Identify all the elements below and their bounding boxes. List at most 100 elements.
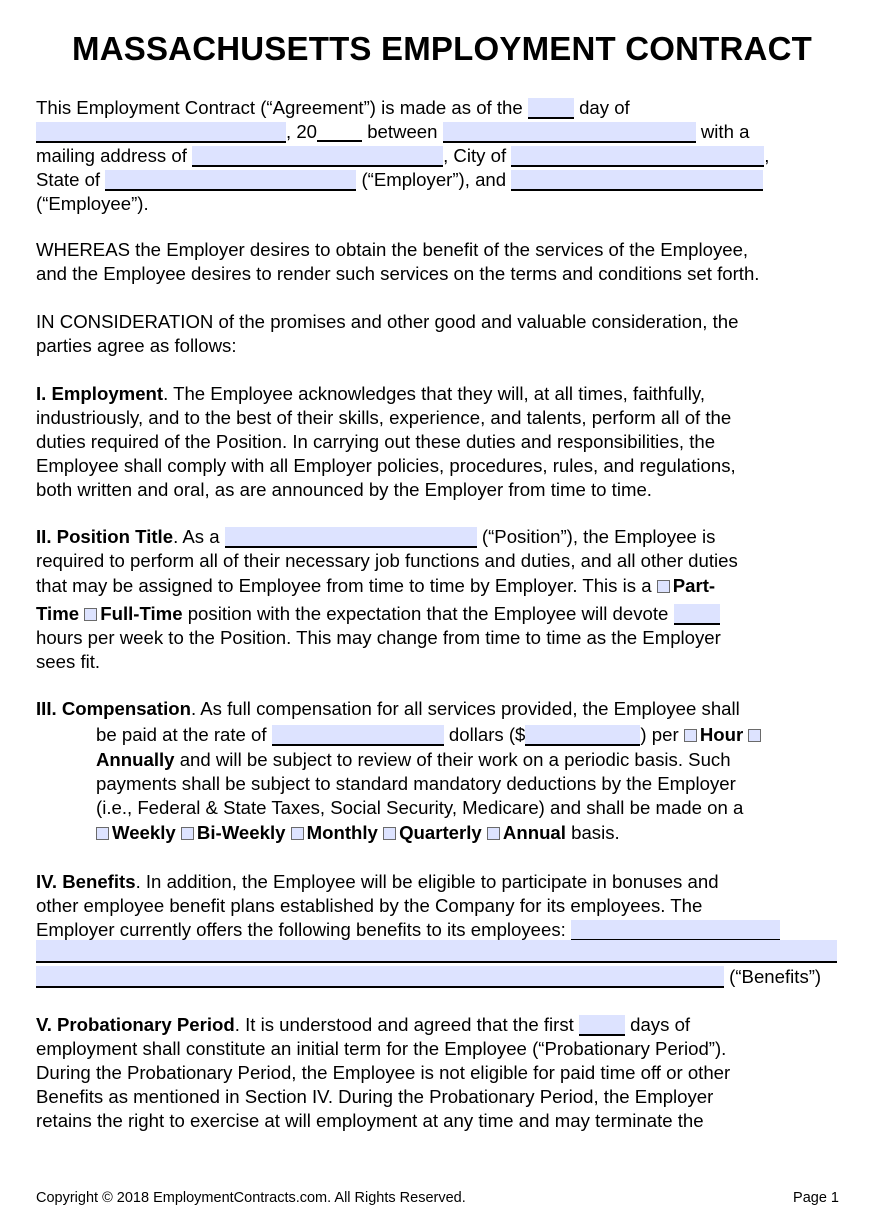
position-field[interactable] [224, 527, 477, 548]
part-time-label: Time [36, 603, 80, 624]
section-3-line: payments shall be subject to standard ma… [96, 773, 736, 794]
section-text: be paid at the rate of [96, 724, 267, 745]
quarterly-label: Quarterly [399, 822, 482, 843]
section-4-line: IV. Benefits. In addition, the Employee … [36, 870, 719, 894]
intro-text: State of [36, 169, 101, 190]
section-3-line: be paid at the rate of dollars ($ ) per H… [96, 723, 764, 747]
bi-weekly-checkbox[interactable] [180, 827, 194, 840]
part-time-label: Part- [672, 575, 716, 596]
annually-label: Annually [96, 749, 175, 770]
intro-line-3: mailing address of , City of , [36, 144, 769, 168]
intro-text: , City of [443, 145, 507, 166]
intro-line-4: State of (“Employer”), and [36, 168, 764, 192]
section-text: . In addition, the Employee will be elig… [135, 871, 719, 892]
probation-days-field[interactable] [578, 1015, 625, 1036]
section-1-line: duties required of the Position. In carr… [36, 431, 716, 452]
section-text: and will be subject to review of their w… [179, 749, 731, 770]
section-text: basis. [571, 822, 620, 843]
section-text: (“Position”), the Employee is [481, 526, 716, 547]
copyright-notice: Copyright © 2018 EmploymentContracts.com… [36, 1190, 466, 1206]
full-time-label: Full-Time [100, 603, 183, 624]
section-1-line: industriously, and to the best of their … [36, 407, 732, 428]
full-time-checkbox[interactable] [84, 608, 98, 621]
section-text: (“Benefits”) [729, 966, 822, 987]
employer-name-field[interactable] [442, 122, 696, 143]
section-1-line: Employee shall comply with all Employer … [36, 455, 736, 476]
section-text: . The Employee acknowledges that they wi… [163, 383, 705, 404]
section-1-line: both written and oral, as are announced … [36, 479, 652, 500]
year-field[interactable] [317, 121, 363, 142]
weekly-checkbox[interactable] [96, 827, 109, 840]
intro-text: This Employment Contract (“Agreement”) i… [36, 97, 523, 118]
section-1-line: I. Employment. The Employee acknowledges… [36, 382, 705, 406]
benefits-field-2[interactable] [36, 940, 837, 963]
intro-line-2: , 20 between with a [36, 120, 749, 144]
section-5-line: V. Probationary Period. It is understood… [36, 1013, 690, 1037]
section-4-line: Employer currently offers the following … [36, 918, 781, 942]
day-field[interactable] [527, 98, 574, 119]
section-2-line: that may be assigned to Employee from ti… [36, 574, 715, 598]
document-title: MASSACHUSETTS EMPLOYMENT CONTRACT [72, 30, 812, 67]
intro-line-5: (“Employee”). [36, 193, 149, 214]
section-2-heading: II. Position Title [36, 526, 174, 547]
whereas-line: WHEREAS the Employer desires to obtain t… [36, 239, 749, 260]
weekly-label: Weekly [112, 822, 176, 843]
section-text: dollars ($ [448, 724, 526, 745]
section-3-line: Weekly Bi-Weekly Monthly Quarterly Annua… [96, 821, 620, 845]
intro-text: (“Employer”), and [361, 169, 507, 190]
page-number: Page 1 [793, 1190, 839, 1206]
hour-label: Hour [699, 724, 744, 745]
intro-text: day of [579, 97, 630, 118]
section-3-heading: III. Compensation [36, 698, 191, 719]
section-2-line: sees fit. [36, 651, 101, 672]
annual-checkbox[interactable] [486, 827, 500, 840]
section-2-line: II. Position Title. As a (“Position”), t… [36, 525, 715, 549]
intro-text: between [367, 121, 438, 142]
section-3-line: (i.e., Federal & State Taxes, Social Sec… [96, 797, 744, 818]
employer-state-field[interactable] [105, 170, 357, 191]
consideration-line: parties agree as follows: [36, 335, 237, 356]
intro-text: , [764, 145, 770, 166]
section-text: days of [630, 1014, 691, 1035]
annual-label: Annual [502, 822, 566, 843]
bi-weekly-label: Bi-Weekly [196, 822, 286, 843]
section-text: ) per [640, 724, 679, 745]
intro-line-1: This Employment Contract (“Agreement”) i… [36, 96, 630, 120]
section-4-line: (“Benefits”) [36, 965, 821, 989]
section-1-heading: I. Employment [36, 383, 164, 404]
section-text: . As full compensation for all services … [190, 698, 740, 719]
quarterly-checkbox[interactable] [383, 827, 397, 840]
annually-checkbox[interactable] [748, 729, 762, 742]
intro-text: , 20 [286, 121, 318, 142]
hour-checkbox[interactable] [683, 729, 697, 742]
section-2-line: hours per week to the Position. This may… [36, 627, 721, 648]
benefits-field-1[interactable] [571, 920, 781, 941]
section-2-line: required to perform all of their necessa… [36, 550, 738, 571]
section-4-line: other employee benefit plans established… [36, 895, 703, 916]
section-text: position with the expectation that the E… [187, 603, 669, 624]
rate-amount-field[interactable] [525, 725, 641, 746]
monthly-checkbox[interactable] [290, 827, 304, 840]
intro-text: with a [700, 121, 750, 142]
part-time-checkbox[interactable] [656, 580, 670, 593]
section-text: Employer currently offers the following … [36, 919, 566, 940]
month-field[interactable] [36, 122, 286, 143]
employee-name-field[interactable] [511, 170, 764, 191]
section-3-line: Annually and will be subject to review o… [96, 748, 731, 772]
employer-address-field[interactable] [192, 146, 444, 167]
section-3-line: III. Compensation. As full compensation … [36, 697, 740, 721]
section-5-line: employment shall constitute an initial t… [36, 1038, 727, 1059]
section-5-line: Benefits as mentioned in Section IV. Dur… [36, 1086, 714, 1107]
whereas-line: and the Employee desires to render such … [36, 263, 760, 284]
section-4-heading: IV. Benefits [36, 871, 136, 892]
employer-city-field[interactable] [511, 146, 765, 167]
section-2-line: Time Full-Time position with the expecta… [36, 602, 720, 626]
section-text: . As a [173, 526, 220, 547]
intro-text: mailing address of [36, 145, 187, 166]
section-5-line: retains the right to exercise at will em… [36, 1110, 704, 1131]
rate-words-field[interactable] [271, 725, 444, 746]
section-5-heading: V. Probationary Period [36, 1014, 235, 1035]
hours-per-week-field[interactable] [673, 604, 720, 625]
monthly-label: Monthly [306, 822, 378, 843]
benefits-field-3[interactable] [36, 966, 724, 988]
